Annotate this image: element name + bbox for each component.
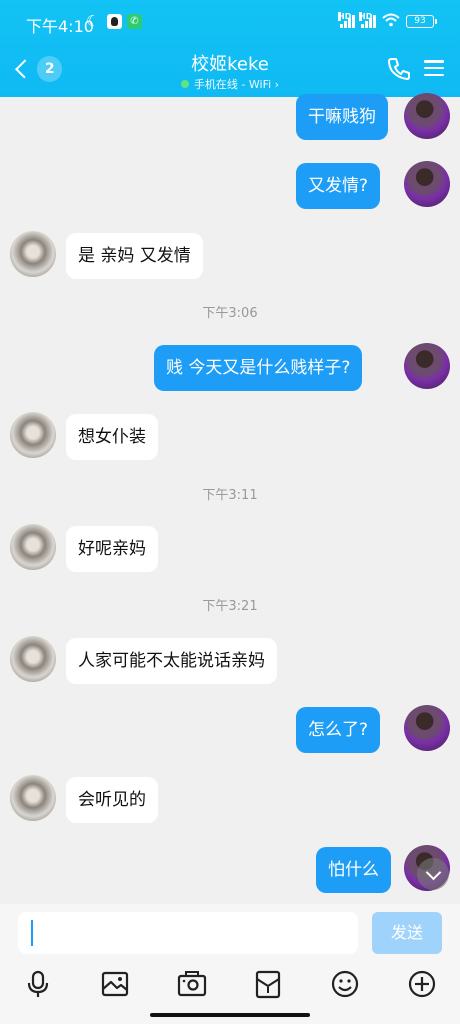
incoming-message-bubble[interactable]: 人家可能不太能说话亲妈 — [66, 638, 277, 684]
outgoing-message-bubble[interactable]: 又发情? — [296, 163, 381, 209]
incoming-message-bubble[interactable]: 好呢亲妈 — [66, 526, 158, 572]
chat-toolbar — [0, 960, 460, 1008]
outgoing-message-bubble[interactable]: 贱 今天又是什么贱样子? — [154, 345, 363, 391]
qq-notification-icon — [107, 14, 122, 29]
moon-icon: ☾ — [86, 12, 100, 30]
microphone-icon[interactable] — [22, 968, 54, 1000]
online-dot-icon — [180, 80, 189, 88]
menu-line — [424, 60, 444, 63]
contact-avatar[interactable] — [10, 524, 56, 570]
send-button[interactable]: 发送 — [372, 912, 442, 954]
incoming-message-bubble[interactable]: 想女仆装 — [66, 414, 158, 460]
menu-line — [424, 66, 444, 70]
status-time: 下午4:10 — [26, 17, 94, 36]
emoji-icon[interactable] — [329, 968, 361, 1000]
my-avatar[interactable] — [404, 343, 450, 389]
my-avatar[interactable] — [404, 93, 450, 139]
scroll-to-bottom-button[interactable] — [417, 858, 449, 890]
chat-header: 下午4:10 ☾ ✆ HD HD 93 2 校姬keke 手机在线 - WiFi… — [0, 0, 460, 97]
contact-avatar[interactable] — [10, 412, 56, 458]
menu-line — [424, 73, 444, 76]
phone-icon — [388, 58, 410, 80]
contact-avatar[interactable] — [10, 775, 56, 821]
camera-icon[interactable] — [176, 968, 208, 1000]
outgoing-message-bubble[interactable]: 怎么了? — [296, 707, 381, 753]
my-avatar[interactable] — [404, 705, 450, 751]
menu-button[interactable] — [424, 58, 444, 78]
my-avatar[interactable] — [404, 161, 450, 207]
message-timestamp: 下午3:06 — [202, 306, 258, 321]
online-status-text: 手机在线 - WiFi — [193, 78, 272, 91]
contact-avatar[interactable] — [10, 231, 56, 277]
outgoing-message-bubble[interactable]: 怕什么 — [316, 847, 391, 893]
signal-icon: HD — [338, 12, 355, 28]
message-input[interactable] — [18, 912, 358, 954]
phone-notification-icon: ✆ — [127, 14, 142, 29]
incoming-message-bubble[interactable]: 会听见的 — [66, 777, 158, 823]
message-timestamp: 下午3:11 — [202, 488, 258, 503]
red-packet-icon[interactable] — [252, 968, 284, 1000]
hd-label-2: HD — [359, 12, 373, 21]
text-caret — [31, 920, 33, 946]
message-timestamp: 下午3:21 — [202, 599, 258, 614]
hd-label: HD — [338, 12, 352, 21]
status-bar: 下午4:10 ☾ ✆ HD HD 93 — [0, 0, 460, 44]
home-indicator[interactable] — [150, 1013, 310, 1017]
signal-icon-2: HD — [359, 12, 376, 28]
photo-icon[interactable] — [99, 968, 131, 1000]
status-indicators: HD HD 93 — [338, 12, 437, 30]
phone-call-button[interactable] — [386, 56, 412, 82]
plus-icon[interactable] — [406, 968, 438, 1000]
incoming-message-bubble[interactable]: 是 亲妈 又发情 — [66, 233, 203, 279]
wifi-icon — [382, 13, 400, 30]
contact-avatar[interactable] — [10, 636, 56, 682]
battery-icon: 93 — [406, 15, 437, 28]
outgoing-message-bubble[interactable]: 干嘛贱狗 — [296, 94, 388, 140]
chevron-right-icon: › — [271, 78, 280, 91]
